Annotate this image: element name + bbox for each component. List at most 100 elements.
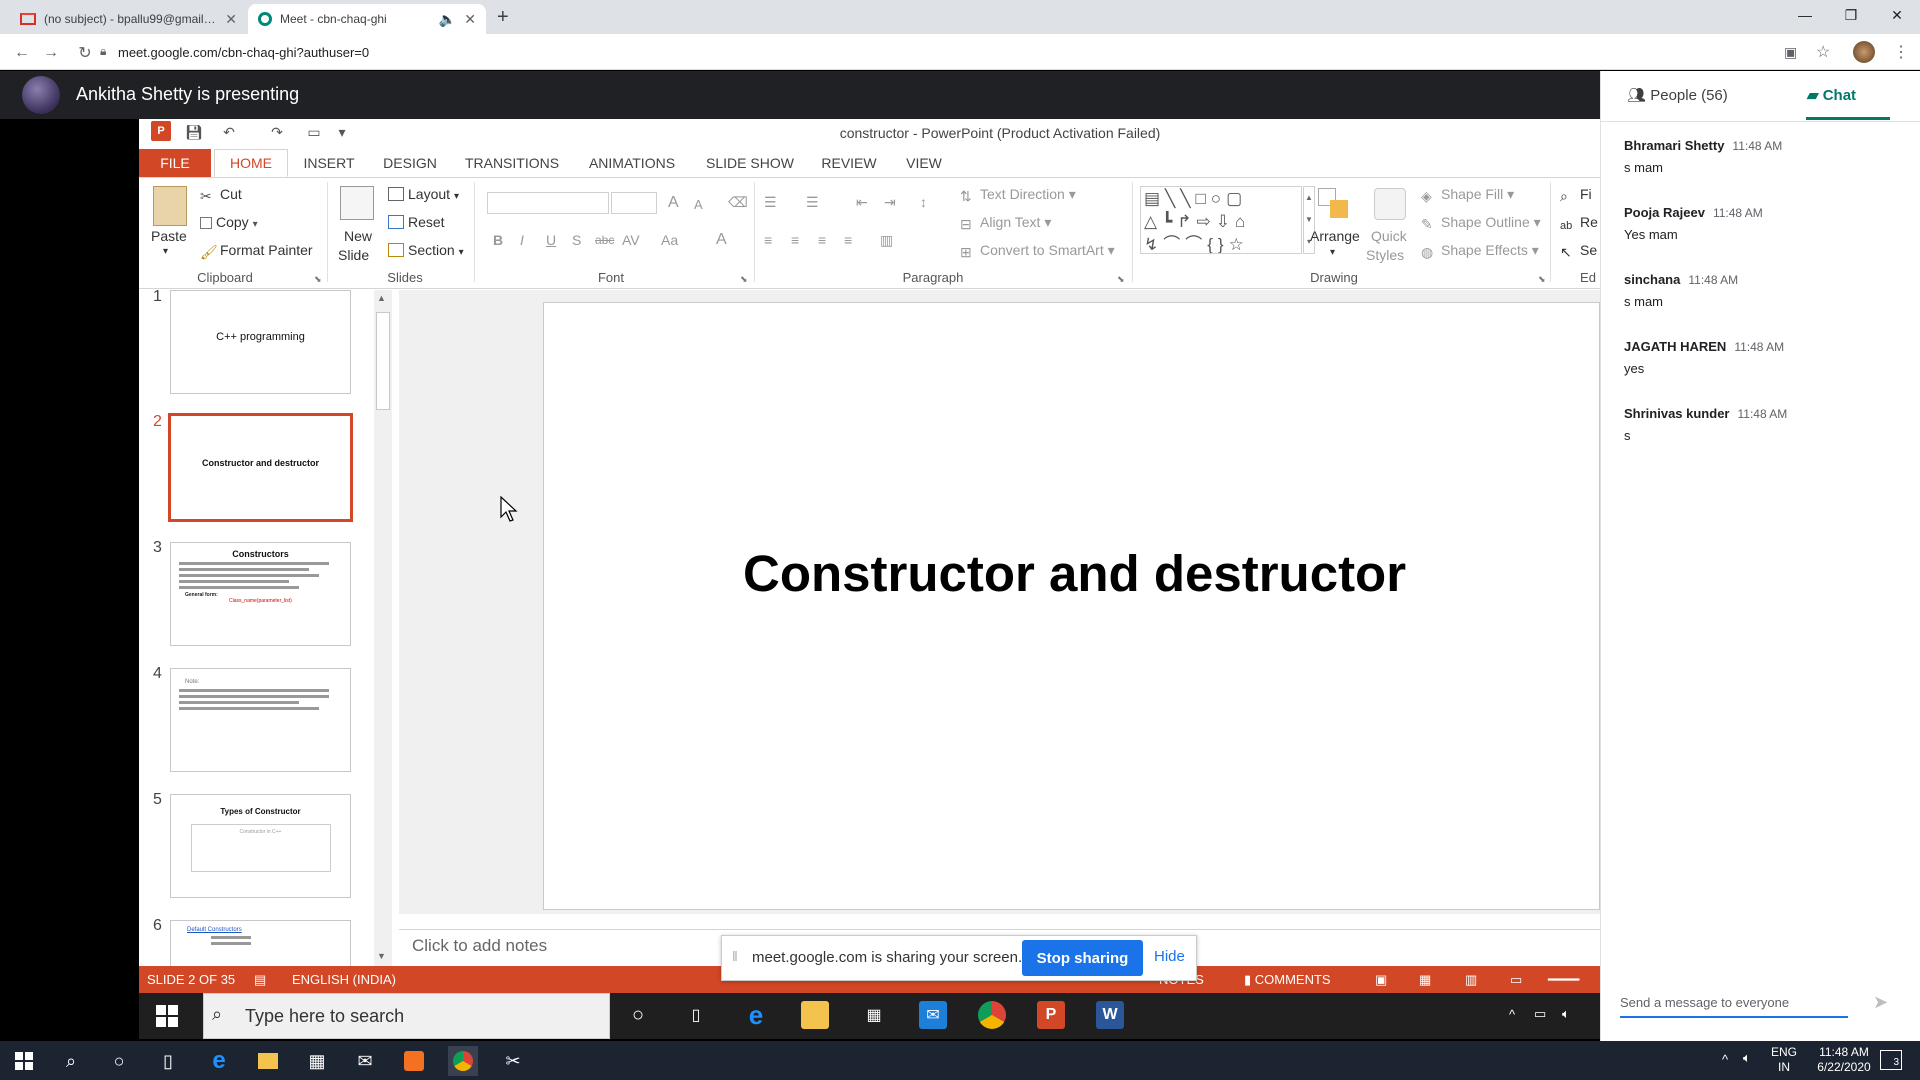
customize-qat-icon[interactable]: ▾ [333,123,351,141]
network-icon[interactable]: ▭ [1534,1006,1546,1022]
change-case-button[interactable]: Aa [661,232,678,248]
edge-icon[interactable]: e [742,1000,770,1030]
tab-transitions[interactable]: TRANSITIONS [463,149,561,177]
url-field[interactable]: meet.google.com/cbn-chaq-ghi?authuser=0 [118,45,369,60]
scroll-down-icon[interactable]: ▼ [377,951,386,961]
paragraph-launcher-icon[interactable]: ⬊ [1117,274,1125,285]
cast-icon[interactable]: ▣ [1784,44,1797,61]
drawing-launcher-icon[interactable]: ⬊ [1538,274,1546,285]
hide-button[interactable]: Hide [1154,948,1185,965]
underline-button[interactable]: U [546,232,556,248]
arrange-button[interactable]: Arrange [1310,228,1360,244]
notes-placeholder[interactable]: Click to add notes [412,936,547,956]
slide-title[interactable]: Constructor and destructor [743,544,1603,603]
tab-view[interactable]: VIEW [899,149,949,177]
tab-animations[interactable]: ANIMATIONS [582,149,682,177]
slide-thumbnail[interactable]: C++ programming [170,290,351,394]
current-slide[interactable] [543,302,1600,910]
clipboard-launcher-icon[interactable]: ⬊ [314,274,322,285]
section-button[interactable]: Section ▾ [388,242,464,258]
increase-indent-icon[interactable]: ⇥ [884,194,896,211]
find-button[interactable]: ⌕ Fi [1560,186,1592,204]
select-button[interactable]: ↖ Se [1560,242,1597,260]
spell-check-icon[interactable]: ▤ [254,972,266,988]
tray-chevron-icon[interactable]: ^ [1509,1007,1515,1022]
paste-button[interactable]: Paste [151,228,187,244]
bookmark-star-icon[interactable]: ☆ [1816,42,1830,62]
clock[interactable]: 11:48 AM 6/22/2020 [1804,1045,1884,1075]
italic-button[interactable]: I [520,232,524,248]
menu-icon[interactable]: ⋮ [1893,42,1909,62]
word-icon[interactable]: W [1096,1001,1124,1029]
character-spacing-button[interactable]: AV [622,232,640,248]
scroll-up-icon[interactable]: ▲ [377,293,386,303]
tab-gmail[interactable]: (no subject) - bpallu99@gmail.co ✕ [10,4,247,34]
undo-icon[interactable]: ↶ [220,123,238,141]
xampp-icon[interactable] [399,1046,429,1076]
close-tab-icon[interactable]: ✕ [464,11,476,28]
shape-effects-button[interactable]: ◍ Shape Effects ▾ [1421,242,1539,260]
profile-avatar[interactable] [1853,41,1875,63]
paste-dropdown-icon[interactable]: ▾ [163,246,168,257]
clear-format-icon[interactable]: ⌫ [728,194,748,211]
scrollbar-thumb[interactable] [376,312,390,410]
mail-icon[interactable]: ✉ [919,1001,947,1029]
strikethrough-button[interactable]: abc [595,233,614,247]
slide-thumbnail[interactable]: Types of Constructor Constructor in C++ [170,794,351,898]
snipping-tool-icon[interactable]: ✂ [498,1046,528,1076]
new-slide-icon[interactable] [340,186,374,220]
tab-file[interactable]: FILE [139,149,211,177]
slide-thumbnail[interactable]: Constructors General form: Class_name(pa… [170,542,351,646]
copy-dropdown-icon[interactable]: ▾ [253,219,258,230]
close-window-button[interactable]: ✕ [1874,0,1920,30]
mail-icon[interactable]: ✉ [350,1046,380,1076]
font-name-dropdown[interactable] [487,192,609,214]
format-painter-button[interactable]: 🖌︎ Format Painter [200,242,313,260]
windows-start-icon[interactable] [156,1005,178,1027]
align-text-button[interactable]: ⊟ Align Text ▾ [960,214,1051,232]
shape-fill-button[interactable]: ◈ Shape Fill ▾ [1421,186,1514,204]
store-icon[interactable]: ▦ [302,1046,332,1076]
redo-icon[interactable]: ↷ [268,123,286,141]
chrome-icon[interactable] [448,1046,478,1076]
font-size-dropdown[interactable] [611,192,657,214]
tab-slide-show[interactable]: SLIDE SHOW [703,149,797,177]
language-status[interactable]: ENGLISH (INDIA) [292,972,396,987]
cortana-icon[interactable]: ○ [624,1001,652,1029]
quick-styles-button[interactable]: Quick [1371,228,1407,244]
powerpoint-icon[interactable]: P [1037,1001,1065,1029]
taskbar-search-placeholder[interactable]: Type here to search [245,1006,404,1027]
shape-outline-button[interactable]: ✎ Shape Outline ▾ [1421,214,1541,232]
align-center-icon[interactable]: ≡ [791,232,799,248]
restore-button[interactable]: ❐ [1828,0,1874,30]
zoom-slider[interactable]: ━━━━ [1548,972,1579,988]
normal-view-icon[interactable]: ▣ [1375,972,1387,988]
replace-button[interactable]: ab Re [1560,214,1598,234]
paste-icon[interactable] [153,186,187,226]
line-spacing-icon[interactable]: ↕ [920,194,927,210]
align-right-icon[interactable]: ≡ [818,232,826,248]
reset-button[interactable]: Reset [388,214,445,230]
volume-icon[interactable]: 🔈︎ [1743,1050,1751,1066]
cortana-icon[interactable]: ○ [104,1046,134,1076]
copy-button[interactable]: Copy ▾ [200,214,258,230]
reload-icon[interactable]: ↻ [74,42,96,64]
slide-thumbnail-selected[interactable]: Constructor and destructor [168,413,353,522]
chat-input[interactable]: Send a message to everyone [1620,995,1789,1010]
cut-button[interactable]: ✂ Cut [200,186,242,204]
file-explorer-icon[interactable] [801,1001,829,1029]
shrink-font-icon[interactable]: A [694,197,703,212]
font-launcher-icon[interactable]: ⬊ [740,274,748,285]
task-view-icon[interactable]: ▯ [682,1001,710,1029]
slide-sorter-icon[interactable]: ▦ [1419,972,1431,988]
align-left-icon[interactable]: ≡ [764,232,772,248]
slide-thumbnail[interactable]: Default Constructors [170,920,351,966]
edge-icon[interactable]: e [204,1046,234,1076]
arrange-dropdown-icon[interactable]: ▾ [1330,247,1335,258]
quick-styles-icon[interactable] [1374,188,1406,220]
minimize-button[interactable]: — [1782,0,1828,30]
new-tab-button[interactable]: + [497,6,509,29]
search-icon[interactable]: ⌕ [56,1046,86,1076]
store-icon[interactable]: ▦ [860,1001,888,1029]
convert-smartart-button[interactable]: ⊞ Convert to SmartArt ▾ [960,242,1115,260]
